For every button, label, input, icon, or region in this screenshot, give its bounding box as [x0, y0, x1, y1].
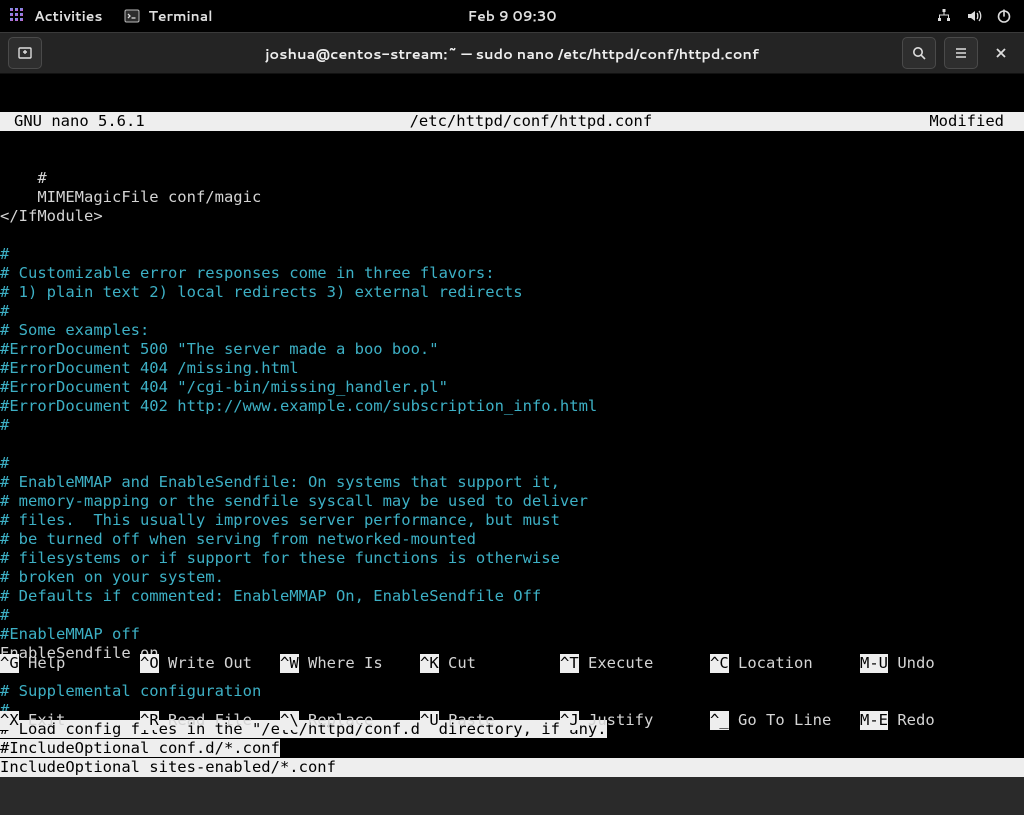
shortcut-label: Undo [888, 654, 935, 673]
nano-file: /etc/httpd/conf/httpd.conf [410, 112, 653, 131]
shortcut-label: Redo [888, 711, 935, 730]
search-button[interactable] [902, 37, 936, 69]
editor-line: # 1) plain text 2) local redirects 3) ex… [0, 283, 1024, 302]
shortcut-execute: ^T Execute [560, 654, 710, 673]
editor-line: # filesystems or if support for these fu… [0, 549, 1024, 568]
shortcut-label: Cut [439, 654, 476, 673]
shortcut-key: ^T [560, 654, 579, 673]
new-tab-button[interactable] [8, 37, 42, 69]
shortcut-label: Help [19, 654, 66, 673]
app-label: Terminal [148, 6, 212, 26]
activities-icon [10, 8, 26, 24]
shortcut-undo: M-U Undo [860, 654, 935, 673]
shortcut-replace: ^\ Replace [280, 711, 420, 730]
shortcut-where-is: ^W Where Is [280, 654, 420, 673]
editor-line: #ErrorDocument 404 /missing.html [0, 359, 1024, 378]
shortcut-label: Where Is [299, 654, 383, 673]
clock[interactable]: Feb 9 09:30 [467, 6, 556, 26]
editor-line: # broken on your system. [0, 568, 1024, 587]
shortcut-key: M-E [860, 711, 888, 730]
close-button[interactable] [984, 37, 1018, 69]
nano-shortcuts: ^G Help^O Write Out^W Where Is^K Cut^T E… [0, 616, 1024, 768]
editor-line: # [0, 454, 1024, 473]
editor-line: # Customizable error responses come in t… [0, 264, 1024, 283]
shortcut-justify: ^J Justify [560, 711, 710, 730]
close-icon [993, 45, 1009, 61]
menu-button[interactable] [944, 37, 978, 69]
nano-app: GNU nano 5.6.1 [0, 112, 145, 131]
activities-button[interactable]: Activities [10, 6, 102, 26]
shortcut-key: ^_ [710, 711, 729, 730]
shortcut-label: Go To Line [729, 711, 832, 730]
shortcut-label: Location [729, 654, 813, 673]
shortcut-label: Execute [579, 654, 654, 673]
window-headerbar: joshua@centos-stream:~ — sudo nano /etc/… [0, 32, 1024, 74]
editor-line: # [0, 302, 1024, 321]
shortcut-read-file: ^R Read File [140, 711, 280, 730]
shortcut-help: ^G Help [0, 654, 140, 673]
volume-icon[interactable] [966, 8, 982, 24]
shortcut-key: M-U [860, 654, 888, 673]
editor-line [0, 435, 1024, 454]
activities-label: Activities [34, 6, 102, 26]
window-title: joshua@centos-stream:~ — sudo nano /etc/… [265, 43, 759, 64]
shortcut-label: Write Out [159, 654, 252, 673]
app-menu[interactable]: Terminal [124, 6, 212, 26]
editor-line: </IfModule> [0, 207, 1024, 226]
editor-line: # [0, 245, 1024, 264]
shortcut-location: ^C Location [710, 654, 860, 673]
shortcut-paste: ^U Paste [420, 711, 560, 730]
editor-line: MIMEMagicFile conf/magic [0, 188, 1024, 207]
shortcut-key: ^C [710, 654, 729, 673]
shortcut-label: Exit [19, 711, 66, 730]
shortcut-key: ^U [420, 711, 439, 730]
editor-line: # files. This usually improves server pe… [0, 511, 1024, 530]
editor-line: #ErrorDocument 402 http://www.example.co… [0, 397, 1024, 416]
hamburger-icon [953, 45, 969, 61]
shortcut-label: Read File [159, 711, 252, 730]
network-icon[interactable] [936, 8, 952, 24]
shortcut-go-to-line: ^_ Go To Line [710, 711, 860, 730]
shortcut-label: Paste [439, 711, 495, 730]
shortcut-key: ^W [280, 654, 299, 673]
nano-status: Modified [929, 112, 1024, 131]
new-tab-icon [17, 45, 33, 61]
editor-line: # Defaults if commented: EnableMMAP On, … [0, 587, 1024, 606]
shortcut-key: ^G [0, 654, 19, 673]
nano-titlebar: GNU nano 5.6.1 /etc/httpd/conf/httpd.con… [0, 112, 1024, 131]
search-icon [911, 45, 927, 61]
gnome-topbar: Activities Terminal Feb 9 09:30 [0, 0, 1024, 32]
power-icon[interactable] [996, 8, 1012, 24]
shortcut-label: Replace [299, 711, 374, 730]
shortcut-exit: ^X Exit [0, 711, 140, 730]
editor-line: #ErrorDocument 404 "/cgi-bin/missing_han… [0, 378, 1024, 397]
editor-line: # memory-mapping or the sendfile syscall… [0, 492, 1024, 511]
shortcut-key: ^J [560, 711, 579, 730]
shortcut-redo: M-E Redo [860, 711, 935, 730]
shortcut-key: ^K [420, 654, 439, 673]
editor-line [0, 226, 1024, 245]
editor-line: #ErrorDocument 500 "The server made a bo… [0, 340, 1024, 359]
editor-line: # [0, 416, 1024, 435]
editor-line: # [0, 169, 1024, 188]
editor-line: # EnableMMAP and EnableSendfile: On syst… [0, 473, 1024, 492]
shortcut-label: Justify [579, 711, 654, 730]
editor-line: # be turned off when serving from networ… [0, 530, 1024, 549]
shortcut-key: ^\ [280, 711, 299, 730]
shortcut-key: ^X [0, 711, 19, 730]
shortcut-key: ^R [140, 711, 159, 730]
shortcut-write-out: ^O Write Out [140, 654, 280, 673]
shortcut-key: ^O [140, 654, 159, 673]
shortcut-cut: ^K Cut [420, 654, 560, 673]
editor-line: # Some examples: [0, 321, 1024, 340]
terminal-icon [124, 8, 140, 24]
terminal-viewport[interactable]: GNU nano 5.6.1 /etc/httpd/conf/httpd.con… [0, 74, 1024, 768]
